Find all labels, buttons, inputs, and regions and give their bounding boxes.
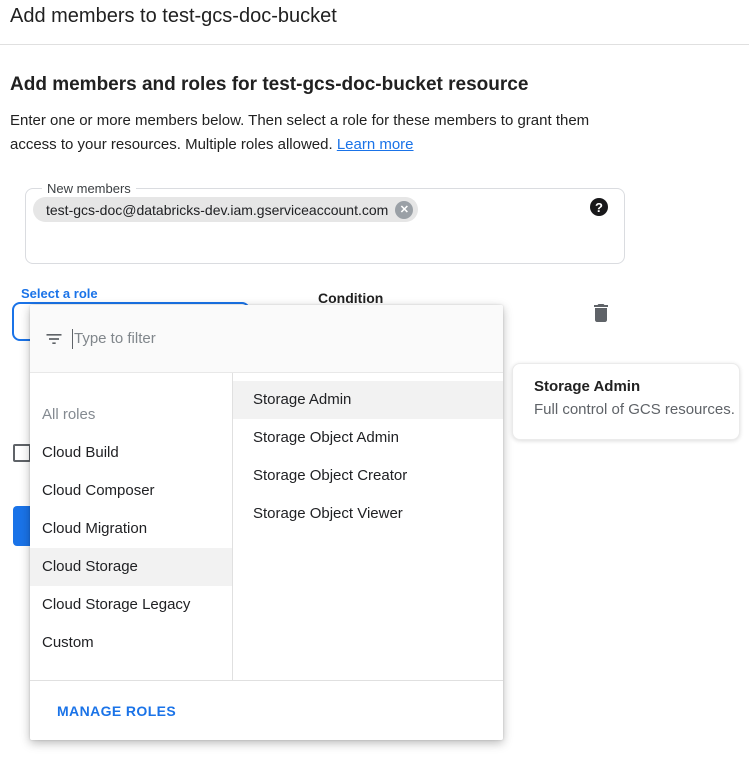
tooltip-role-title: Storage Admin <box>534 378 739 395</box>
category-item-cloud-migration[interactable]: Cloud Migration <box>30 510 232 548</box>
dialog-description: Enter one or more members below. Then se… <box>10 109 628 157</box>
category-item-cloud-composer[interactable]: Cloud Composer <box>30 472 232 510</box>
picker-footer: MANAGE ROLES <box>30 681 503 740</box>
header-divider <box>0 44 749 45</box>
role-item-storage-object-admin[interactable]: Storage Object Admin <box>233 419 503 457</box>
role-list: Storage Admin Storage Object Admin Stora… <box>233 373 503 680</box>
chip-remove-icon[interactable]: ✕ <box>395 201 413 219</box>
delete-row-button[interactable] <box>589 301 613 325</box>
category-item-custom[interactable]: Custom <box>30 624 232 662</box>
dialog-heading: Add members and roles for test-gcs-doc-b… <box>10 74 528 96</box>
role-picker-dropdown: All roles Cloud Build Cloud Composer Clo… <box>30 305 503 740</box>
filter-icon <box>44 329 64 349</box>
page-title: Add members to test-gcs-doc-bucket <box>10 5 337 28</box>
new-members-label: New members <box>42 181 136 196</box>
category-item-cloud-build[interactable]: Cloud Build <box>30 434 232 472</box>
member-chip[interactable]: test-gcs-doc@databricks-dev.iam.gservice… <box>33 197 418 222</box>
text-caret <box>72 329 73 349</box>
role-item-storage-admin[interactable]: Storage Admin <box>233 381 503 419</box>
role-filter-row[interactable] <box>30 305 503 372</box>
help-icon[interactable]: ? <box>590 198 608 216</box>
category-item-cloud-storage-legacy[interactable]: Cloud Storage Legacy <box>30 586 232 624</box>
role-item-storage-object-viewer[interactable]: Storage Object Viewer <box>233 495 503 533</box>
background-checkbox[interactable] <box>13 444 31 462</box>
category-item-cloud-storage[interactable]: Cloud Storage <box>30 548 232 586</box>
learn-more-link[interactable]: Learn more <box>337 136 414 153</box>
picker-columns: All roles Cloud Build Cloud Composer Clo… <box>30 373 503 680</box>
role-filter-input[interactable] <box>74 330 374 347</box>
role-select-label: Select a role <box>17 286 102 301</box>
role-description-tooltip: Storage Admin Full control of GCS resour… <box>512 363 740 440</box>
trash-icon <box>589 312 613 329</box>
description-text: Enter one or more members below. Then se… <box>10 112 589 153</box>
condition-column-label: Condition <box>318 290 383 306</box>
role-item-storage-object-creator[interactable]: Storage Object Creator <box>233 457 503 495</box>
manage-roles-link[interactable]: MANAGE ROLES <box>57 703 176 719</box>
member-email: test-gcs-doc@databricks-dev.iam.gservice… <box>46 202 388 218</box>
category-item-all-roles[interactable]: All roles <box>30 396 232 434</box>
tooltip-role-description: Full control of GCS resources. <box>534 401 739 418</box>
category-list: All roles Cloud Build Cloud Composer Clo… <box>30 373 233 680</box>
